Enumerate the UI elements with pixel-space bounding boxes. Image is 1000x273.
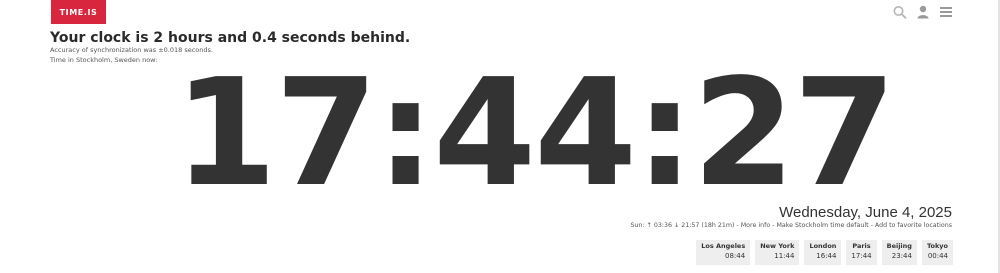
city-clock-new-york[interactable]: New York 11:44 <box>755 240 800 265</box>
location-now-label: Time in Stockholm, Sweden now: <box>50 56 158 64</box>
menu-icon[interactable] <box>938 5 954 19</box>
search-icon[interactable] <box>892 5 908 19</box>
city-clock-london[interactable]: London 16:44 <box>804 240 842 265</box>
city-clock-tokyo[interactable]: Tokyo 00:44 <box>921 240 953 265</box>
sync-status-headline: Your clock is 2 hours and 0.4 seconds be… <box>50 30 411 46</box>
header-icons <box>892 5 954 19</box>
city-name: New York <box>760 242 795 250</box>
city-time: 23:44 <box>891 252 912 260</box>
city-time: 00:44 <box>927 252 948 260</box>
city-name: Paris <box>852 242 871 250</box>
city-name: Tokyo <box>926 242 948 250</box>
more-info-link[interactable]: More info <box>741 222 770 229</box>
city-time: 16:44 <box>816 252 837 260</box>
city-name: Los Angeles <box>701 242 746 250</box>
add-favorite-link[interactable]: Add to favorite locations <box>875 222 952 229</box>
make-default-link[interactable]: Make Stockholm time default <box>776 222 868 229</box>
main-clock: 17:44:27 <box>174 47 896 219</box>
sun-info-line: Sun: ↑ 03:36 ↓ 21:57 (18h 21m) - More in… <box>630 222 952 229</box>
time-is-logo[interactable]: TIME.IS <box>51 0 106 24</box>
city-time: 17:44 <box>851 252 872 260</box>
user-icon[interactable] <box>915 5 931 19</box>
current-date: Wednesday, June 4, 2025 <box>779 204 952 221</box>
city-clock-los-angeles[interactable]: Los Angeles 08:44 <box>696 240 751 265</box>
city-time: 11:44 <box>774 252 795 260</box>
city-clock-beijing[interactable]: Beijing 23:44 <box>881 240 917 265</box>
sunrise-sunset-text: Sun: ↑ 03:36 ↓ 21:57 (18h 21m) <box>630 222 735 229</box>
city-name: London <box>809 242 837 250</box>
city-time: 08:44 <box>725 252 746 260</box>
city-clocks: Los Angeles 08:44 New York 11:44 London … <box>696 240 953 265</box>
city-clock-paris[interactable]: Paris 17:44 <box>846 240 877 265</box>
logo-text: TIME.IS <box>59 7 98 17</box>
city-name: Beijing <box>886 242 912 250</box>
